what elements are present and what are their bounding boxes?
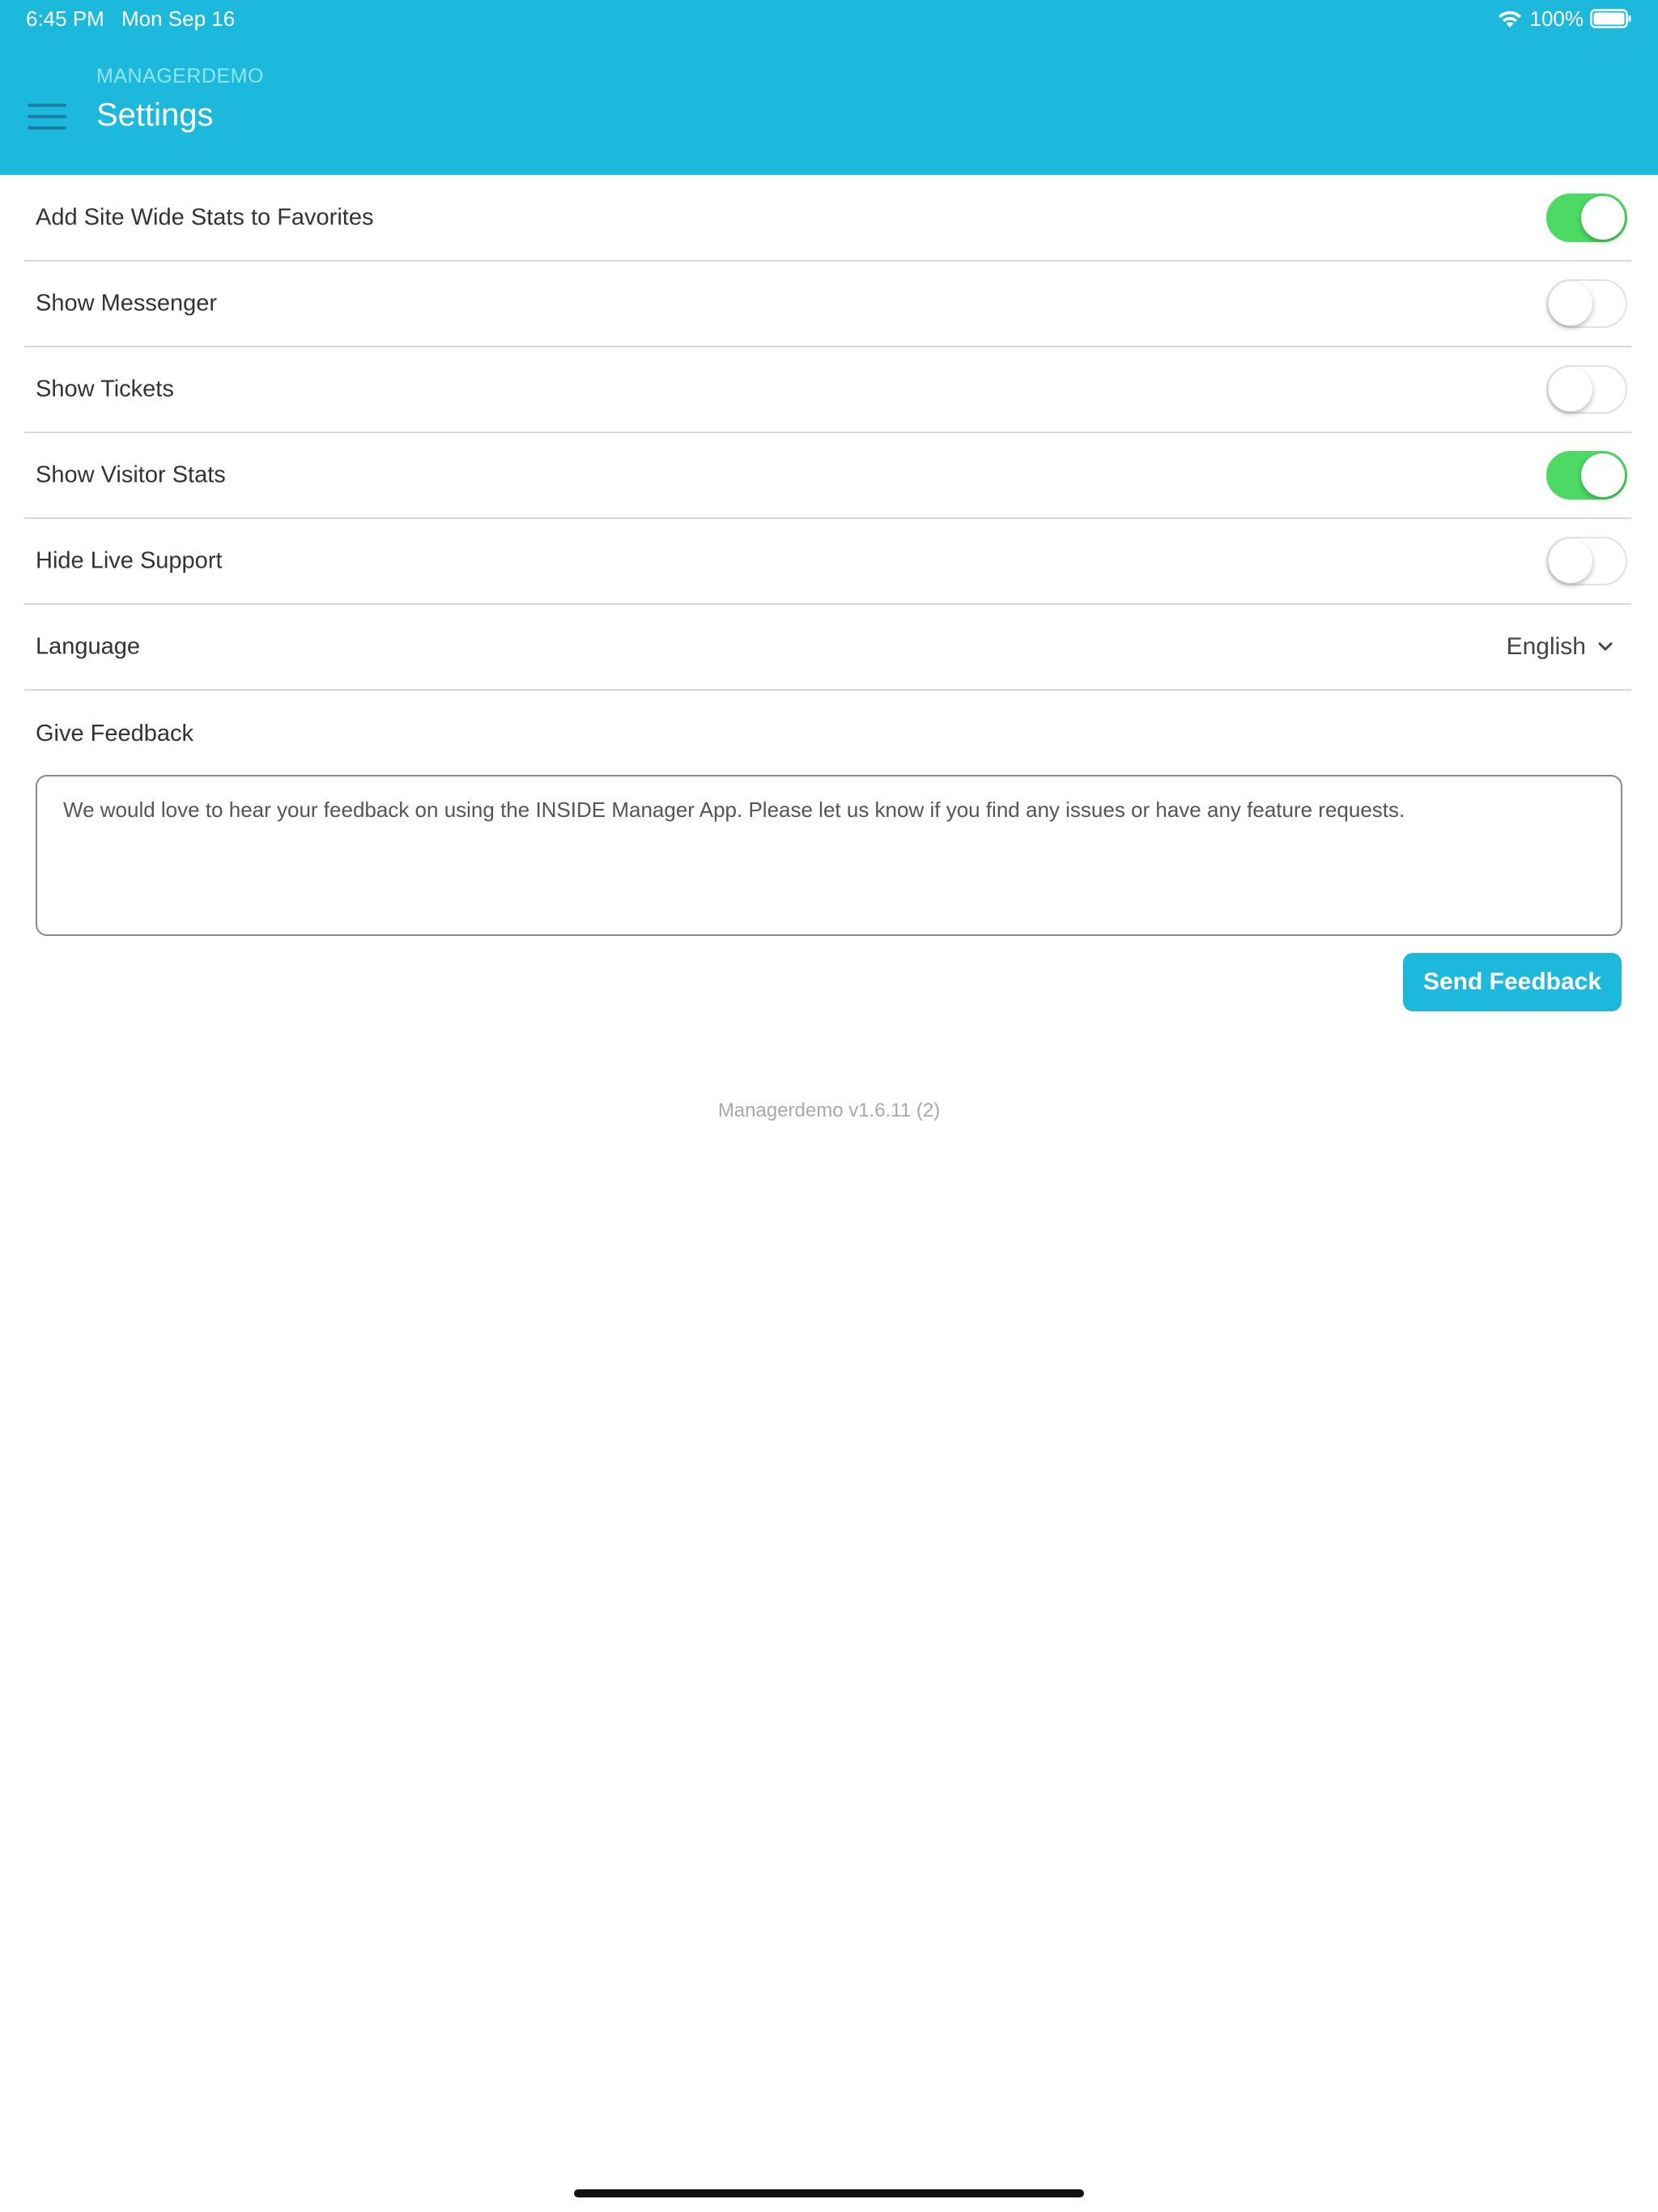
language-value: English <box>1506 632 1586 660</box>
hamburger-menu-icon[interactable] <box>28 102 68 131</box>
wifi-icon <box>1498 11 1521 28</box>
setting-label: Add Site Wide Stats to Favorites <box>36 204 374 230</box>
setting-label: Show Tickets <box>36 376 174 402</box>
toggle-knob <box>1549 538 1592 583</box>
status-indicators: 100% <box>1496 5 1633 32</box>
toggle-show-tickets[interactable] <box>1546 364 1627 414</box>
app-name: MANAGERDEMO <box>96 65 264 87</box>
language-select[interactable]: English <box>1507 633 1613 661</box>
menu-bar <box>28 126 66 130</box>
send-feedback-button[interactable]: Send Feedback <box>1403 953 1622 1011</box>
setting-row-language: Language English <box>24 604 1631 691</box>
setting-label: Language <box>36 633 141 659</box>
toggle-site-wide-stats[interactable] <box>1546 193 1627 242</box>
toggle-knob <box>1581 195 1625 240</box>
setting-row-show-visitor-stats: Show Visitor Stats <box>24 432 1631 519</box>
toggle-knob <box>1549 281 1592 325</box>
toggle-knob <box>1581 453 1625 497</box>
setting-row-show-tickets: Show Tickets <box>24 347 1631 433</box>
setting-row-show-messenger: Show Messenger <box>24 261 1631 347</box>
feedback-label: Give Feedback <box>36 721 194 747</box>
setting-label: Show Visitor Stats <box>36 462 226 487</box>
setting-row-site-wide-stats: Add Site Wide Stats to Favorites <box>24 175 1631 262</box>
toggle-hide-live-support[interactable] <box>1546 536 1627 585</box>
toggle-show-messenger[interactable] <box>1546 279 1627 328</box>
app-header: 6:45 PM Mon Sep 16 100% MANAGERDEMO Sett… <box>0 0 1658 175</box>
status-time: 6:45 PM <box>26 6 104 31</box>
battery-percent: 100% <box>1529 6 1584 31</box>
status-date: Mon Sep 16 <box>121 6 236 31</box>
battery-icon <box>1590 9 1631 28</box>
setting-row-hide-live-support: Hide Live Support <box>24 518 1631 605</box>
setting-label: Hide Live Support <box>36 547 223 573</box>
app-version: Managerdemo v1.6.11 (2) <box>717 1100 941 1121</box>
chevron-down-icon <box>1598 642 1613 650</box>
toggle-knob <box>1549 367 1592 411</box>
menu-bar <box>28 104 66 107</box>
menu-bar <box>28 115 66 118</box>
home-indicator[interactable] <box>574 2189 1084 2197</box>
setting-label: Show Messenger <box>36 290 218 316</box>
feedback-textarea[interactable]: We would love to hear your feedback on u… <box>36 775 1622 936</box>
toggle-show-visitor-stats[interactable] <box>1546 450 1627 500</box>
page-title: Settings <box>96 97 214 133</box>
